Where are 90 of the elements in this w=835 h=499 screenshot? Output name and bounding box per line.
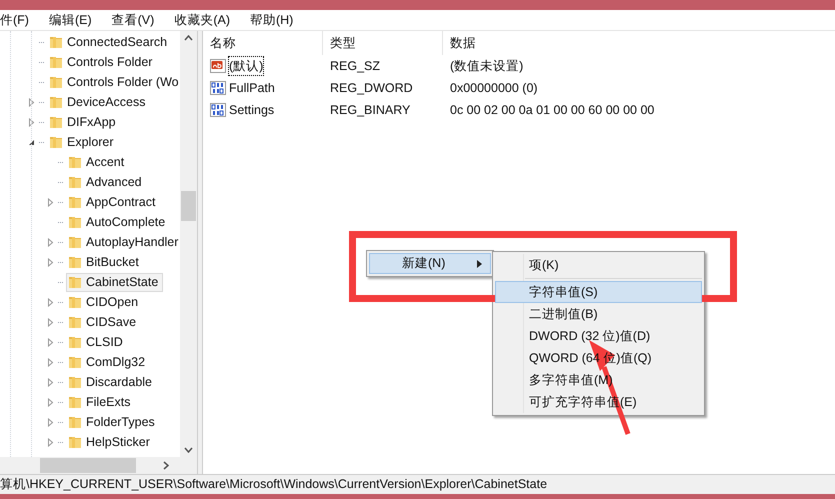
menu-item[interactable]: 新建(N): [369, 253, 491, 274]
tree-item[interactable]: AutoplayHandler: [66, 232, 180, 252]
expand-arrow-icon[interactable]: [46, 418, 55, 426]
table-cell-text: REG_SZ: [329, 58, 382, 75]
menu-item[interactable]: 件(F): [0, 10, 49, 30]
expand-arrow-icon[interactable]: [46, 338, 55, 346]
folder-icon: [48, 54, 64, 70]
tree-item[interactable]: ComDlg32: [66, 352, 150, 372]
table-cell[interactable]: FullPath: [228, 78, 276, 98]
vertical-scrollbar[interactable]: [180, 31, 197, 457]
scroll-down-icon[interactable]: [184, 447, 193, 453]
scroll-up-icon[interactable]: [184, 35, 193, 41]
folder-icon: [67, 254, 83, 270]
folder-icon: [48, 94, 64, 110]
tree-item[interactable]: FolderTypes: [66, 412, 160, 432]
tree-item[interactable]: DeviceAccess: [47, 92, 150, 112]
folder-icon: [48, 34, 64, 50]
table-cell-text: 0c 00 02 00 0a 01 00 00 60 00 00 00: [449, 102, 654, 119]
status-bar: 算机\HKEY_CURRENT_USER\Software\Microsoft\Windows\CurrentVersion\Explorer\CabinetState: [0, 474, 835, 494]
expand-arrow-icon[interactable]: [46, 358, 55, 366]
folder-icon: [67, 154, 83, 170]
column-header[interactable]: 类型: [323, 31, 443, 55]
expand-arrow-icon[interactable]: [46, 298, 55, 306]
menu-item[interactable]: 编辑(E): [48, 10, 112, 30]
folder-icon: [67, 214, 83, 230]
expand-arrow-icon[interactable]: [46, 258, 55, 266]
folder-icon: [67, 414, 83, 430]
tree-item[interactable]: Accent: [66, 152, 130, 172]
tree-item[interactable]: AppContract: [66, 192, 160, 212]
folder-icon: [67, 234, 83, 250]
folder-icon: [67, 394, 83, 410]
expand-arrow-icon[interactable]: [46, 398, 55, 406]
expand-arrow-icon[interactable]: [27, 98, 36, 106]
tree-item[interactable]: CIDSave: [66, 312, 142, 332]
string-value-icon: [210, 58, 226, 74]
tree-item[interactable]: Advanced: [66, 172, 147, 192]
tree-item[interactable]: Discardable: [66, 372, 158, 392]
menu-item[interactable]: 项(K): [495, 254, 702, 276]
folder-icon: [67, 194, 83, 210]
folder-icon: [67, 434, 83, 450]
folder-icon: [67, 274, 83, 290]
binary-value-icon: [210, 102, 226, 118]
folder-icon: [67, 334, 83, 350]
tree-item[interactable]: Controls Folder (Wo: [47, 72, 180, 92]
table-cell-text: 0x00000000 (0): [449, 80, 538, 97]
submenu-arrow-icon: [477, 260, 482, 268]
folder-icon: [67, 294, 83, 310]
expand-arrow-icon[interactable]: [46, 378, 55, 386]
folder-icon: [67, 314, 83, 330]
folder-icon: [48, 134, 64, 150]
folder-icon: [67, 374, 83, 390]
folder-icon: [48, 114, 64, 130]
table-cell[interactable]: Settings: [228, 100, 276, 120]
column-header[interactable]: 数据: [443, 31, 835, 55]
tree-item[interactable]: CIDOpen: [66, 292, 144, 312]
scroll-right-icon[interactable]: [163, 461, 169, 470]
column-header[interactable]: 名称: [203, 31, 323, 55]
tree-item[interactable]: CLSID: [66, 332, 128, 352]
table-cell-text: (数值未设置): [449, 58, 524, 75]
expand-arrow-icon[interactable]: [46, 438, 55, 446]
menu-item[interactable]: 字符串值(S): [495, 281, 702, 303]
tree-item[interactable]: BitBucket: [66, 252, 144, 272]
menu-item[interactable]: 帮助(H): [250, 10, 314, 30]
tree-item[interactable]: ConnectedSearch: [47, 32, 172, 52]
folder-icon: [67, 174, 83, 190]
folder-icon: [48, 74, 64, 90]
menu-item[interactable]: 查看(V): [112, 10, 174, 30]
scroll-thumb[interactable]: [181, 191, 196, 221]
horizontal-scrollbar[interactable]: [0, 457, 197, 474]
tree-item[interactable]: HelpSticker: [66, 432, 155, 452]
binary-value-icon: [210, 80, 226, 96]
expand-arrow-icon[interactable]: [46, 238, 55, 246]
tree-item[interactable]: Explorer: [47, 132, 119, 152]
tree-item[interactable]: CabinetState: [66, 272, 164, 292]
scroll-thumb[interactable]: [40, 458, 136, 473]
expand-arrow-icon[interactable]: [46, 318, 55, 326]
tree-item[interactable]: Controls Folder: [47, 52, 158, 72]
menu-item[interactable]: 二进制值(B): [495, 303, 702, 325]
table-cell[interactable]: (默认): [228, 56, 264, 76]
menu-item[interactable]: DWORD (32 位)值(D): [495, 325, 702, 347]
folder-icon: [67, 354, 83, 370]
tree-item[interactable]: AutoComplete: [66, 212, 170, 232]
expand-arrow-icon[interactable]: [46, 198, 55, 206]
tree-item[interactable]: FileExts: [66, 392, 136, 412]
menu-item[interactable]: 收藏夹(A): [174, 10, 250, 30]
collapse-arrow-icon[interactable]: [27, 138, 36, 146]
table-cell-text: REG_DWORD: [329, 80, 414, 97]
tree-item[interactable]: DIFxApp: [47, 112, 121, 132]
expand-arrow-icon[interactable]: [27, 118, 36, 126]
table-cell-text: REG_BINARY: [329, 102, 412, 119]
